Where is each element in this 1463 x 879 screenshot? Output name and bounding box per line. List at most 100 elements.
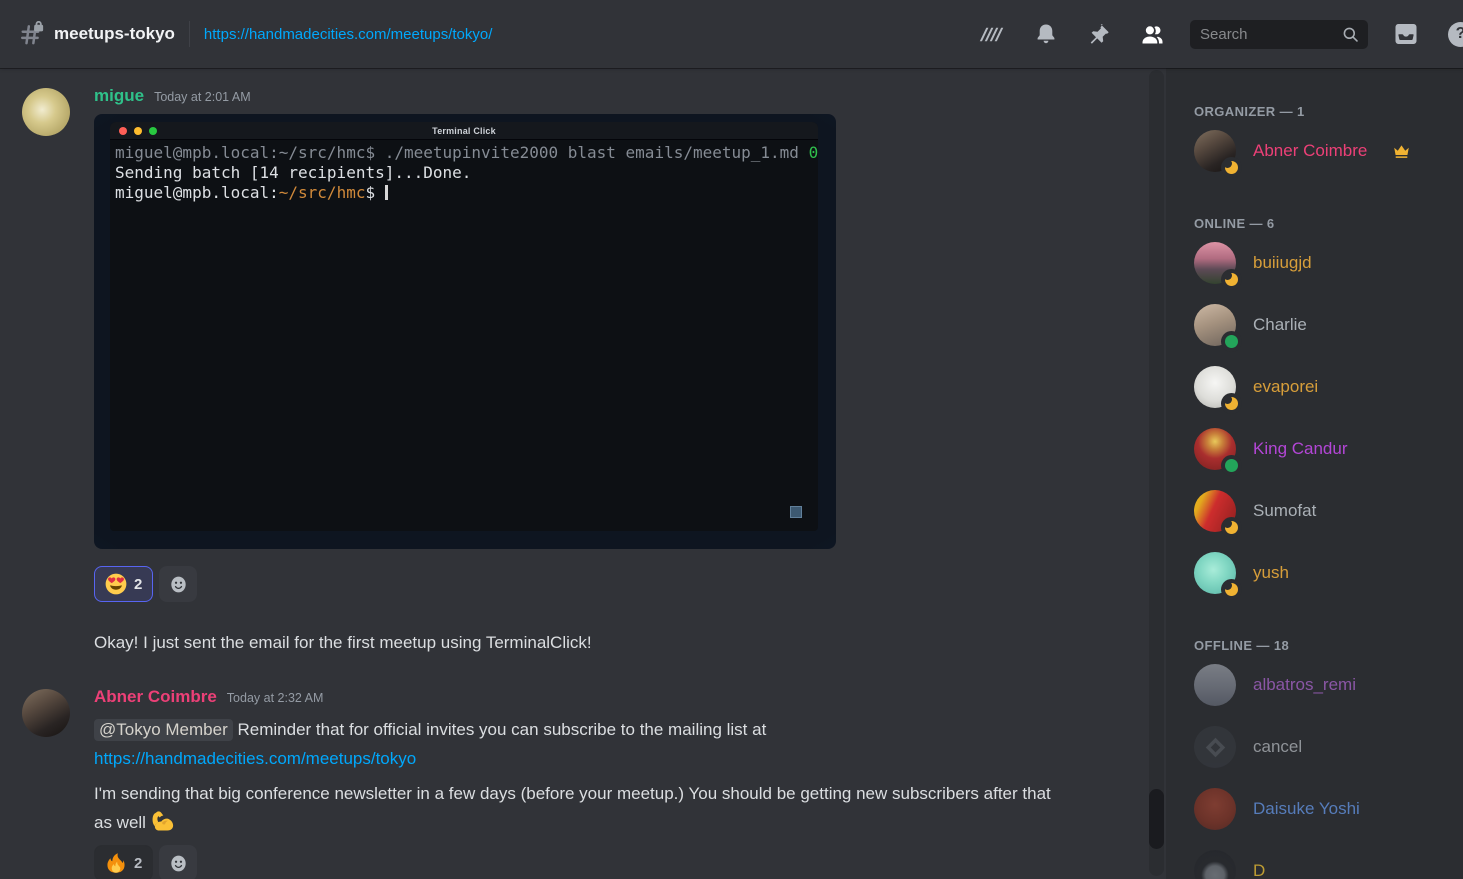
notifications-icon[interactable]	[1034, 22, 1058, 46]
add-reaction-button[interactable]	[159, 845, 197, 879]
header-divider	[189, 21, 190, 47]
avatar[interactable]	[1194, 366, 1236, 408]
avatar[interactable]	[1194, 664, 1236, 706]
member-name: albatros_remi	[1253, 675, 1356, 695]
member-row-evaporei[interactable]: evaporei	[1166, 356, 1463, 418]
member-name: buiiugjd	[1253, 253, 1312, 273]
member-name: Abner Coimbre	[1253, 141, 1367, 161]
member-row-yush[interactable]: yush	[1166, 542, 1463, 604]
channel-info: meetups-tokyo https://handmadecities.com…	[18, 21, 492, 48]
message-text-segment: Reminder that for official invites you c…	[237, 720, 766, 739]
terminal-body: miguel@mpb.local:~/src/hmc$ ./meetupinvi…	[110, 140, 818, 203]
avatar[interactable]	[1194, 850, 1236, 879]
status-online-badge	[1225, 335, 1238, 348]
chat-area: migue Today at 2:01 AM Terminal Click mi…	[0, 68, 1166, 879]
avatar[interactable]	[1194, 130, 1236, 172]
avatar[interactable]	[1194, 428, 1236, 470]
member-row-king-candur[interactable]: King Candur	[1166, 418, 1463, 480]
minimize-light	[134, 127, 142, 135]
channel-name[interactable]: meetups-tokyo	[54, 24, 175, 44]
status-idle-badge	[1225, 161, 1238, 174]
member-name: King Candur	[1253, 439, 1348, 459]
add-reaction-button[interactable]	[159, 566, 197, 602]
message-text: Okay! I just sent the email for the firs…	[94, 628, 1136, 657]
flexed-biceps-emoji	[150, 809, 175, 834]
member-name: Charlie	[1253, 315, 1307, 335]
status-online-badge	[1225, 459, 1238, 472]
avatar-migue[interactable]	[22, 88, 70, 136]
channel-header: meetups-tokyo https://handmadecities.com…	[0, 0, 1463, 68]
channel-topic-link[interactable]: https://handmadecities.com/meetups/tokyo…	[204, 26, 492, 43]
member-section-label: ONLINE — 6	[1194, 216, 1463, 232]
status-idle-badge	[1225, 273, 1238, 286]
help-icon[interactable]: ?	[1448, 22, 1463, 47]
chat-scrollbar-thumb[interactable]	[1149, 789, 1164, 849]
author-name[interactable]: migue	[94, 86, 144, 106]
author-line: Abner Coimbre Today at 2:32 AM	[94, 687, 1136, 707]
member-row-sumofat[interactable]: Sumofat	[1166, 480, 1463, 542]
smiley-add-icon	[168, 574, 189, 595]
member-section-label: OFFLINE — 18	[1194, 638, 1463, 654]
avatar[interactable]	[1194, 788, 1236, 830]
maximize-light	[149, 127, 157, 135]
avatar[interactable]	[1194, 242, 1236, 284]
reaction-count: 2	[134, 576, 142, 593]
status-idle-badge	[1225, 521, 1238, 534]
member-row-buiiugjd[interactable]: buiiugjd	[1166, 232, 1463, 294]
terminal-window: Terminal Click miguel@mpb.local:~/src/hm…	[110, 122, 818, 531]
member-row-cancel[interactable]: cancel	[1166, 716, 1463, 778]
message-text: @Tokyo Member Reminder that for official…	[94, 715, 1136, 773]
member-row-albatros-remi[interactable]: albatros_remi	[1166, 654, 1463, 716]
member-row-d[interactable]: D	[1166, 840, 1463, 879]
smiley-add-icon	[168, 853, 189, 874]
heart-eyes-emoji	[105, 573, 127, 595]
threads-icon[interactable]	[978, 23, 1005, 46]
message-abner: Abner Coimbre Today at 2:32 AM @Tokyo Me…	[22, 687, 1136, 879]
message-text-segment: I'm sending that big conference newslett…	[94, 784, 1051, 832]
main-area: migue Today at 2:01 AM Terminal Click mi…	[0, 68, 1463, 879]
role-mention[interactable]: @Tokyo Member	[94, 719, 233, 741]
terminal-title: Terminal Click	[110, 126, 818, 136]
reaction-heart-eyes[interactable]: 2	[94, 566, 153, 602]
member-name: D	[1253, 861, 1265, 879]
member-name: Sumofat	[1253, 501, 1316, 521]
message-link[interactable]: https://handmadecities.com/meetups/tokyo	[94, 749, 416, 768]
inbox-icon[interactable]	[1393, 21, 1419, 47]
avatar-abner[interactable]	[22, 689, 70, 737]
diamond-icon	[1204, 736, 1227, 759]
message-text: I'm sending that big conference newslett…	[94, 779, 1054, 837]
terminal-line: Sending batch [14 recipients]...Done.	[115, 163, 818, 183]
terminal-line: miguel@mpb.local:~/src/hmc$	[115, 183, 818, 203]
channel-hash-lock-icon	[18, 21, 45, 48]
terminal-line: miguel@mpb.local:~/src/hmc$ ./meetupinvi…	[115, 143, 818, 163]
reactions-row: 2	[94, 845, 1136, 879]
author-line: migue Today at 2:01 AM	[94, 86, 1136, 106]
author-name[interactable]: Abner Coimbre	[94, 687, 217, 707]
message-list: migue Today at 2:01 AM Terminal Click mi…	[0, 68, 1166, 879]
status-idle-badge	[1225, 397, 1238, 410]
status-idle-badge	[1225, 583, 1238, 596]
terminal-resize-handle	[790, 506, 802, 518]
member-list: ORGANIZER — 1Abner CoimbreONLINE — 6buii…	[1166, 68, 1463, 879]
terminal-screenshot-image[interactable]: Terminal Click miguel@mpb.local:~/src/hm…	[94, 114, 836, 549]
member-list-toggle-icon[interactable]	[1140, 22, 1165, 47]
member-row-abner-coimbre[interactable]: Abner Coimbre	[1166, 120, 1463, 182]
avatar[interactable]	[1194, 726, 1236, 768]
chat-scrollbar-track[interactable]	[1149, 70, 1164, 876]
avatar[interactable]	[1194, 552, 1236, 594]
message-migue: migue Today at 2:01 AM Terminal Click mi…	[22, 86, 1136, 657]
member-name: Daisuke Yoshi	[1253, 799, 1360, 819]
pinned-messages-icon[interactable]	[1087, 22, 1111, 46]
search-icon	[1341, 25, 1360, 44]
fire-emoji	[105, 852, 127, 874]
member-row-charlie[interactable]: Charlie	[1166, 294, 1463, 356]
member-name: cancel	[1253, 737, 1302, 757]
avatar[interactable]	[1194, 304, 1236, 346]
search-input[interactable]	[1200, 26, 1341, 43]
timestamp: Today at 2:01 AM	[154, 90, 251, 104]
reaction-fire[interactable]: 2	[94, 845, 153, 879]
avatar[interactable]	[1194, 490, 1236, 532]
member-row-daisuke-yoshi[interactable]: Daisuke Yoshi	[1166, 778, 1463, 840]
search-box[interactable]	[1190, 20, 1368, 49]
header-actions: ?	[978, 20, 1463, 49]
